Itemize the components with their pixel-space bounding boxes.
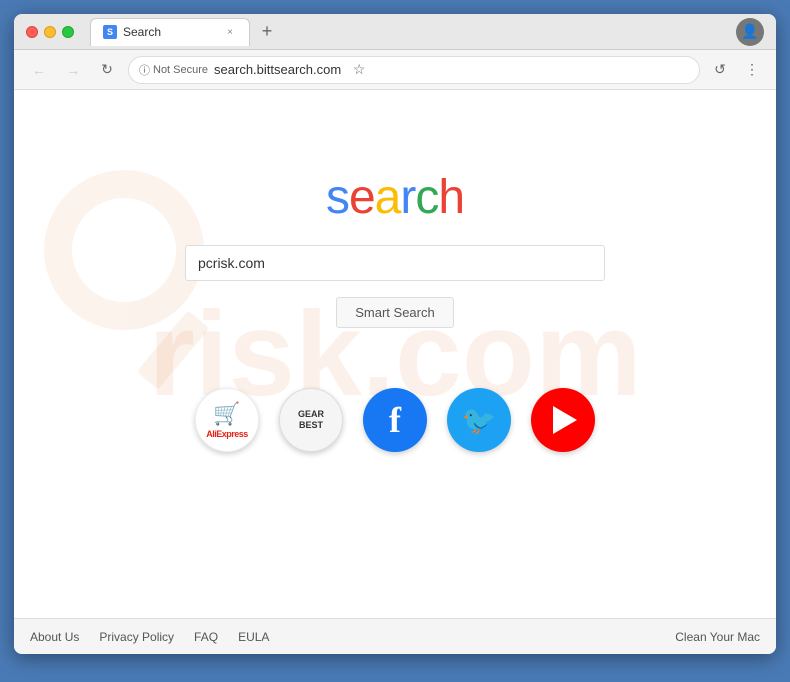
footer-clean-mac-link[interactable]: Clean Your Mac bbox=[675, 630, 760, 644]
tab-title: Search bbox=[123, 25, 161, 39]
logo-letter-h: h bbox=[438, 171, 464, 224]
shortcut-facebook[interactable]: f bbox=[363, 388, 427, 452]
search-input[interactable] bbox=[185, 245, 605, 281]
twitter-bird-icon: 🐦 bbox=[462, 404, 497, 437]
tab-bar: S Search × + bbox=[90, 18, 728, 46]
footer-about-link[interactable]: About Us bbox=[30, 630, 79, 644]
traffic-lights bbox=[26, 26, 74, 38]
bookmark-button[interactable]: ☆ bbox=[347, 58, 371, 82]
not-secure-label: Not Secure bbox=[153, 64, 208, 76]
browser-window: S Search × + 👤 ← → ↻ ⓘ Not Secure search… bbox=[14, 14, 776, 654]
profile-button[interactable]: 👤 bbox=[736, 18, 764, 46]
page-content: risk.com search Smart Search 🛒 AliExpres… bbox=[14, 90, 776, 618]
shortcut-aliexpress[interactable]: 🛒 AliExpress bbox=[195, 388, 259, 452]
address-text: search.bittsearch.com bbox=[214, 62, 341, 77]
smart-search-button[interactable]: Smart Search bbox=[336, 297, 453, 328]
active-tab[interactable]: S Search × bbox=[90, 18, 250, 46]
footer-eula-link[interactable]: EULA bbox=[238, 630, 269, 644]
youtube-play-icon bbox=[553, 406, 577, 434]
search-logo: search bbox=[326, 170, 464, 225]
new-tab-button[interactable]: + bbox=[254, 19, 280, 45]
shortcut-gearbest[interactable]: GEARBEST bbox=[279, 388, 343, 452]
security-indicator: ⓘ Not Secure bbox=[139, 62, 208, 78]
reload-button[interactable]: ↺ bbox=[708, 58, 732, 82]
forward-button[interactable]: → bbox=[60, 57, 86, 83]
info-icon: ⓘ bbox=[139, 62, 150, 78]
search-input-wrap bbox=[185, 245, 605, 281]
aliexpress-label: AliExpress bbox=[206, 429, 248, 439]
footer-faq-link[interactable]: FAQ bbox=[194, 630, 218, 644]
more-options-button[interactable]: ⋮ bbox=[740, 58, 764, 82]
logo-letter-c: c bbox=[415, 171, 438, 224]
back-button[interactable]: ← bbox=[26, 57, 52, 83]
shortcut-youtube[interactable] bbox=[531, 388, 595, 452]
close-window-button[interactable] bbox=[26, 26, 38, 38]
footer-privacy-link[interactable]: Privacy Policy bbox=[99, 630, 174, 644]
title-bar: S Search × + 👤 bbox=[14, 14, 776, 50]
logo-letter-r: r bbox=[400, 171, 415, 224]
tab-close-button[interactable]: × bbox=[223, 25, 237, 39]
logo-letter-s: s bbox=[326, 171, 349, 224]
logo-letter-a: a bbox=[375, 171, 401, 224]
footer: About Us Privacy Policy FAQ EULA Clean Y… bbox=[14, 618, 776, 654]
search-area: search Smart Search bbox=[14, 170, 776, 328]
shortcuts-bar: 🛒 AliExpress GEARBEST f 🐦 bbox=[195, 388, 595, 452]
gearbest-label: GEARBEST bbox=[298, 409, 324, 431]
refresh-button[interactable]: ↻ bbox=[94, 57, 120, 83]
facebook-f-icon: f bbox=[389, 399, 401, 441]
address-bar[interactable]: ⓘ Not Secure search.bittsearch.com ☆ bbox=[128, 56, 700, 84]
maximize-window-button[interactable] bbox=[62, 26, 74, 38]
minimize-window-button[interactable] bbox=[44, 26, 56, 38]
logo-letter-e: e bbox=[349, 171, 375, 224]
tab-favicon: S bbox=[103, 25, 117, 39]
nav-bar: ← → ↻ ⓘ Not Secure search.bittsearch.com… bbox=[14, 50, 776, 90]
shortcut-twitter[interactable]: 🐦 bbox=[447, 388, 511, 452]
aliexpress-cart-icon: 🛒 bbox=[213, 401, 240, 427]
